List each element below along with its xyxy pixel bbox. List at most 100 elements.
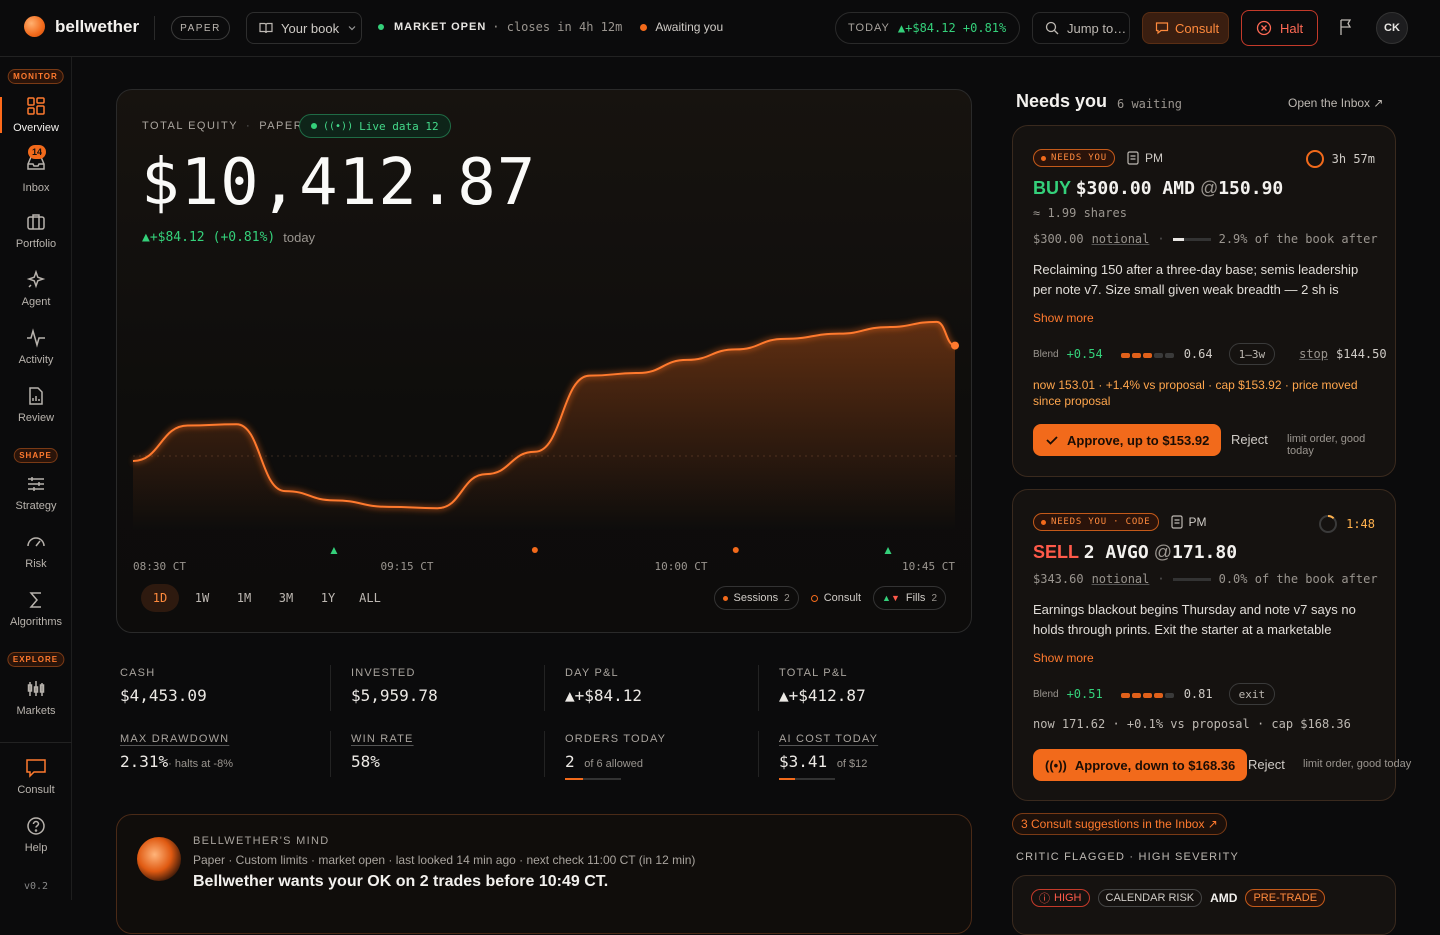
book-label: Your book (281, 20, 340, 36)
sidebar-item-label: Activity (18, 354, 54, 366)
critic-card[interactable]: ⓘ HIGH CALENDAR RISK AMD PRE-TRADE (1012, 875, 1396, 935)
stat-win-rate[interactable]: WIN RATE 58% (351, 733, 414, 771)
book-selector[interactable]: Your book (246, 12, 362, 44)
signal-row: Blend +0.51 0.81 exit (1033, 683, 1276, 705)
range-3m[interactable]: 3M (267, 584, 305, 612)
show-more-link[interactable]: Show more (1033, 651, 1094, 665)
open-inbox-link[interactable]: Open the Inbox ↗ (1288, 96, 1383, 110)
chat-icon (26, 759, 46, 778)
notional-label[interactable]: notional (1092, 232, 1150, 246)
tag-label: NEEDS YOU · CODE (1051, 517, 1151, 527)
needs-you-code-tag: NEEDS YOU · CODE (1033, 513, 1159, 531)
sidebar-item-help[interactable]: Help (0, 807, 72, 863)
fill-marker[interactable] (330, 547, 338, 554)
fill-up-icon: ▲ (882, 593, 891, 603)
reject-button[interactable]: Reject (1248, 757, 1285, 772)
avatar[interactable]: CK (1376, 12, 1408, 44)
equity-chart[interactable]: 08:30 CT 09:15 CT 10:00 CT 10:45 CT (117, 290, 972, 580)
approve-button[interactable]: ((•)) Approve, down to $168.36 (1033, 749, 1248, 781)
live-label: Live data 12 (359, 119, 439, 133)
timer-label: 1:48 (1346, 517, 1375, 531)
candles-icon (27, 681, 45, 696)
trade-card-avgo: NEEDS YOU · CODE PM 1:48 SELL 2 AVGO @17… (1012, 489, 1411, 801)
sidebar-item-label: Agent (21, 296, 51, 308)
stat-value: 58% (351, 752, 380, 771)
consult-marker[interactable] (531, 547, 538, 553)
notional-label[interactable]: notional (1092, 572, 1150, 586)
sidebar-item-overview[interactable]: Overview (0, 87, 72, 143)
trade-side: BUY (1033, 178, 1071, 198)
reject-button[interactable]: Reject (1231, 432, 1268, 447)
document-chart-icon (29, 387, 43, 405)
sidebar-item-algorithms[interactable]: Algorithms (0, 581, 72, 637)
sidebar-item-agent[interactable]: Agent (0, 261, 72, 317)
range-1m[interactable]: 1M (225, 584, 263, 612)
consult-marker[interactable] (732, 547, 739, 553)
equity-value: $10,412.87 (141, 146, 537, 220)
help-icon (27, 817, 45, 835)
orders-progress-fill (565, 778, 584, 780)
chart-area (133, 321, 955, 530)
stat-orders-today: ORDERS TODAY 2 of 6 allowed (565, 733, 666, 771)
range-all[interactable]: ALL (351, 584, 389, 612)
severity-tag: ⓘ HIGH (1031, 889, 1090, 907)
market-status: MARKET OPEN · closes in 4h 12m Awaiting … (378, 20, 723, 34)
stop-label[interactable]: stop (1299, 347, 1328, 361)
stat-sub: · halts at -8% (168, 758, 233, 770)
consult-suggestions-link[interactable]: 3 Consult suggestions in the Inbox ↗ (1012, 813, 1227, 835)
book-weight-bar (1172, 577, 1211, 581)
flag-icon[interactable] (1338, 18, 1354, 36)
orders-progress (565, 778, 621, 780)
trade-card-amd: NEEDS YOU PM 3h 57m BUY $300.00 AMD @150… (1012, 125, 1396, 477)
warning-icon: ⓘ (1039, 893, 1050, 905)
equity-period: today (283, 230, 316, 245)
sidebar-item-portfolio[interactable]: Portfolio (0, 203, 72, 259)
brand-logo[interactable]: bellwether (24, 16, 139, 37)
sidebar-item-strategy[interactable]: Strategy (0, 465, 72, 521)
section-monitor: MONITOR (7, 69, 64, 84)
sidebar-item-review[interactable]: Review (0, 377, 72, 433)
consult-label: Consult (1175, 20, 1220, 36)
stat-max-drawdown[interactable]: MAX DRAWDOWN 2.31%· halts at -8% (120, 733, 233, 771)
sidebar-item-consult[interactable]: Consult (0, 749, 72, 805)
stage-tag: PRE-TRADE (1245, 889, 1326, 907)
sidebar-item-label: Strategy (15, 500, 57, 512)
sidebar-item-activity[interactable]: Activity (0, 319, 72, 375)
range-1w[interactable]: 1W (183, 584, 221, 612)
today-pnl-pill[interactable]: TODAY ▲+$84.12 +0.81% (835, 12, 1020, 44)
blend-label: Blend (1033, 348, 1059, 360)
stat-value: 2 (565, 752, 575, 771)
approve-label: Approve, up to $153.92 (1067, 432, 1210, 448)
stat-label: CASH (120, 667, 156, 679)
legend-sessions[interactable]: Sessions 2 (713, 586, 799, 610)
approve-button[interactable]: Approve, up to $153.92 (1033, 424, 1222, 456)
sidebar-item-inbox[interactable]: 14 Inbox (0, 144, 72, 201)
halt-button[interactable]: Halt (1241, 10, 1318, 46)
trade-at: @ (1153, 542, 1173, 562)
awaiting-label[interactable]: Awaiting you (655, 20, 723, 34)
legend-consult[interactable]: Consult (810, 592, 861, 604)
consult-button[interactable]: Consult (1142, 12, 1229, 44)
range-1d[interactable]: 1D (141, 584, 179, 612)
jump-to-search[interactable]: Jump to… (1032, 12, 1130, 44)
x-tick-label: 10:45 CT (902, 560, 955, 573)
expiry-timer: 3h 57m (1305, 150, 1375, 168)
timer-ring-icon (1305, 150, 1324, 168)
range-1y[interactable]: 1Y (309, 584, 347, 612)
show-more-link[interactable]: Show more (1033, 311, 1094, 325)
sidebar-item-label: Consult (17, 784, 55, 796)
stat-label: INVESTED (351, 667, 416, 679)
trade-amount: $300.00 AMD (1075, 178, 1195, 199)
blend-label: Blend (1033, 688, 1059, 700)
ticker: AMD (1210, 891, 1238, 905)
chevron-down-icon (348, 26, 356, 31)
fill-marker[interactable] (884, 547, 892, 554)
legend-fills[interactable]: ▲▼ Fills 2 (873, 586, 946, 610)
sidebar-item-markets[interactable]: Markets (0, 670, 72, 726)
equity-card: TOTAL EQUITY · PAPER ((•)) Live data 12 … (116, 89, 972, 633)
stat-ai-cost[interactable]: AI COST TODAY $3.41 of $12 (779, 733, 878, 771)
live-data-badge[interactable]: ((•)) Live data 12 (299, 114, 451, 138)
notional-value: $300.00 (1033, 232, 1084, 246)
book-icon (259, 22, 273, 34)
sidebar-item-risk[interactable]: Risk (0, 523, 72, 579)
